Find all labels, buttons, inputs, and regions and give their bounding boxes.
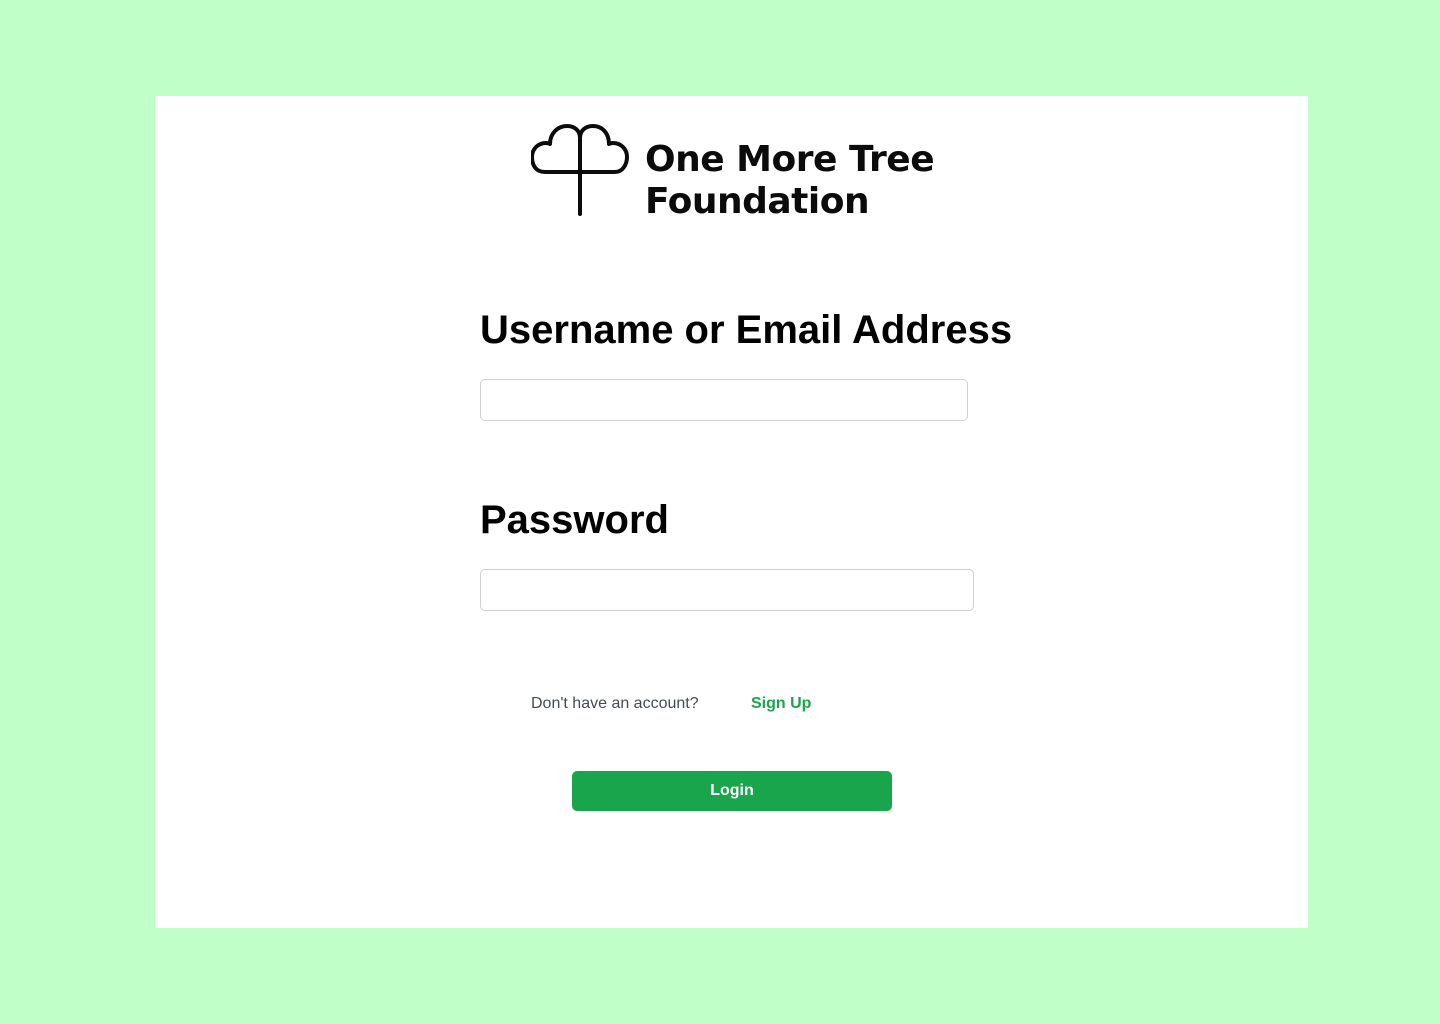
login-card: One More Tree Foundation Username or Ema… bbox=[155, 96, 1308, 928]
brand-name-line1: One More Tree bbox=[645, 139, 935, 180]
password-input[interactable] bbox=[480, 569, 974, 611]
signup-link[interactable]: Sign Up bbox=[751, 693, 811, 715]
signup-prompt: Don't have an account? bbox=[531, 695, 699, 712]
password-label: Password bbox=[480, 498, 669, 542]
signup-row: Don't have an account? Sign Up bbox=[531, 693, 831, 715]
brand-logo: One More Tree Foundation bbox=[531, 122, 951, 222]
username-input[interactable] bbox=[480, 379, 968, 421]
brand-name: One More Tree Foundation bbox=[645, 139, 935, 223]
login-button[interactable]: Login bbox=[572, 771, 892, 811]
brand-name-line2: Foundation bbox=[645, 181, 870, 222]
username-label: Username or Email Address bbox=[480, 308, 1013, 352]
tree-icon bbox=[531, 124, 629, 216]
